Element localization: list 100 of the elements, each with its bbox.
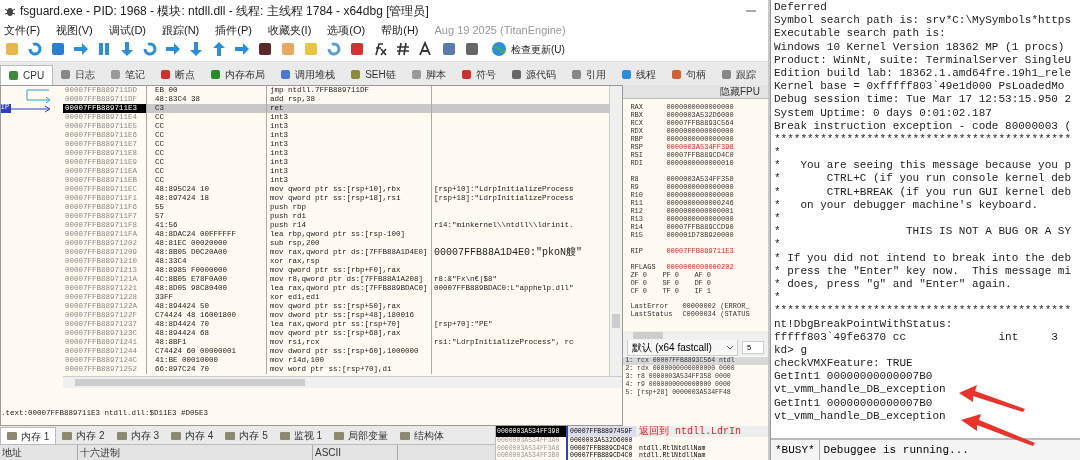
- tab[interactable]: 内存 1: [0, 427, 57, 444]
- busy-indicator: *BUSY*: [771, 440, 820, 460]
- tab[interactable]: 内存 5: [219, 427, 274, 444]
- menu-item[interactable]: 帮助(H): [381, 21, 419, 39]
- tab-icon: [621, 70, 631, 80]
- tab-icon: [351, 70, 361, 80]
- tab[interactable]: 日志: [53, 64, 104, 85]
- output-line: * does, press "g" and "Enter" again.: [774, 277, 1013, 292]
- tab[interactable]: 结构体: [394, 427, 451, 444]
- menu-item[interactable]: 插件(P): [215, 21, 252, 39]
- arrow-icon: [957, 383, 1027, 413]
- output-line: * press the "Enter" key now. This message mi: [774, 264, 1073, 278]
- output-line: * THIS IS NOT A BUG OR A SY: [774, 225, 1073, 239]
- tab-icon: [211, 70, 221, 80]
- tab-icon: [62, 431, 73, 440]
- vertical-scrollbar[interactable]: [609, 85, 623, 376]
- status-text: Debuggee is running...: [822, 442, 970, 458]
- tab[interactable]: CPU: [0, 64, 54, 85]
- tab[interactable]: 脚本: [403, 64, 454, 85]
- fx-icon[interactable]: [372, 41, 388, 58]
- tab[interactable]: 源代码: [503, 64, 564, 85]
- tab-icon: [225, 431, 236, 440]
- output-line: *********************************************: [774, 132, 1073, 147]
- output-line: *: [774, 291, 782, 305]
- build-info: Aug 19 2025 (TitanEngine): [434, 22, 566, 38]
- output-line: GetInt1 00000000000007B0: [774, 396, 934, 410]
- menu-item[interactable]: 调试(D): [108, 21, 146, 39]
- tab-icon: [61, 70, 71, 80]
- tab[interactable]: 断点: [153, 64, 204, 85]
- tab[interactable]: 局部变量: [328, 427, 395, 444]
- menu-item[interactable]: 收藏夹(I): [267, 21, 312, 39]
- output-line: vt_vmm_handle_DB_exception: [774, 383, 947, 397]
- tab[interactable]: 笔记: [103, 64, 154, 85]
- output-line: Executable search path is:: [774, 27, 947, 41]
- stop-icon[interactable]: [50, 41, 66, 58]
- tab-icon: [671, 70, 681, 80]
- tab-icon: [7, 432, 17, 440]
- output-line: Edition build lab: 18362.1.amd64fre.19h1_rele: [774, 66, 1073, 80]
- output-line: Kernel base = 0xfffff803`49e1d000 PsLoadedMo: [774, 80, 1066, 94]
- menu-item[interactable]: 文件(F): [4, 21, 41, 39]
- tab[interactable]: 跟踪: [713, 64, 764, 85]
- tab-icon: [334, 431, 345, 440]
- output-line: Windows 10 Kernel Version 18362 MP (1 procs): [774, 40, 1066, 54]
- output-line: nt!DbgBreakPointWithStatus:: [774, 317, 954, 331]
- output-line: * You are seeing this message because you p: [774, 159, 1073, 173]
- window-title: fsguard.exe - PID: 1968 - 模块: ntdll.dll - 线程: 主线程 1784 - x64dbg [管理员]: [20, 2, 429, 20]
- output-line: * If you did not intend to break into the deb: [774, 251, 1073, 265]
- menu-item[interactable]: 选项(O): [327, 21, 366, 39]
- output-line: * on your debugger machine's keyboard.: [774, 198, 1040, 212]
- tab[interactable]: SEH链: [343, 64, 404, 85]
- update-check-button[interactable]: 检查更新(U): [491, 41, 565, 58]
- menu-item[interactable]: 跟踪(N): [162, 21, 200, 39]
- tab-icon: [116, 431, 127, 440]
- step-down-icon[interactable]: [119, 41, 135, 58]
- tab[interactable]: 线程: [613, 64, 664, 85]
- tab-icon: [400, 431, 411, 440]
- globe-icon: [491, 41, 507, 58]
- tab-icon: [281, 70, 291, 80]
- tab-icon: [161, 70, 171, 80]
- output-line: checkVMXFeature: TRUE: [774, 357, 914, 371]
- output-line: fffff803`49fe6370 cc int 3: [774, 330, 1059, 344]
- output-line: Break instruction exception - code 80000003 (: [774, 119, 1073, 133]
- arrow-right-icon[interactable]: [73, 41, 89, 58]
- horizontal-scrollbar[interactable]: [63, 375, 623, 388]
- menu-item[interactable]: 视图(V): [56, 21, 93, 39]
- output-line: GetInt1 00000000000007B0: [774, 370, 934, 384]
- arrow-down-icon[interactable]: [188, 41, 204, 58]
- output-line: * CTRL+BREAK (if you run GUI kernel deb: [774, 185, 1073, 199]
- tab[interactable]: 内存 2: [56, 427, 111, 444]
- font-size-icon[interactable]: [418, 41, 434, 58]
- output-line: Deferred: [774, 1, 828, 15]
- column-header: 十六进制: [78, 445, 313, 460]
- caret-icon: [727, 345, 733, 350]
- tab-icon: [171, 431, 182, 440]
- tab[interactable]: 内存 4: [165, 427, 220, 444]
- output-line: *: [774, 238, 782, 252]
- arrow-icon: [959, 413, 1037, 447]
- pause-icon[interactable]: [96, 41, 112, 58]
- tab[interactable]: 内存布局: [203, 64, 274, 85]
- column-header: 地址: [0, 445, 78, 460]
- output-line: vt_vmm_handle_DB_exception: [774, 409, 947, 423]
- hash-icon[interactable]: [395, 41, 411, 58]
- tab-icon: [279, 431, 290, 440]
- tab[interactable]: 句柄: [663, 64, 714, 85]
- restart-icon[interactable]: [27, 41, 43, 58]
- column-header: ASCII: [313, 445, 398, 460]
- output-line: *: [774, 146, 782, 160]
- tab[interactable]: 符号: [453, 64, 504, 85]
- dark-square-icon[interactable]: [257, 41, 273, 58]
- arrow-up-icon[interactable]: [211, 41, 227, 58]
- tab[interactable]: 引用: [563, 64, 614, 85]
- tab-icon: [461, 70, 471, 80]
- output-line: *********************************************: [774, 304, 1073, 318]
- tab-icon: [411, 70, 421, 80]
- tab[interactable]: 监视 1: [273, 427, 329, 444]
- minimize-icon[interactable]: [746, 8, 756, 13]
- output-line: Product: WinNt, suite: TerminalServer SingleU: [774, 53, 1073, 67]
- tab-icon: [571, 70, 581, 80]
- tab[interactable]: 内存 3: [110, 427, 166, 444]
- tab[interactable]: 调用堆栈: [273, 64, 344, 85]
